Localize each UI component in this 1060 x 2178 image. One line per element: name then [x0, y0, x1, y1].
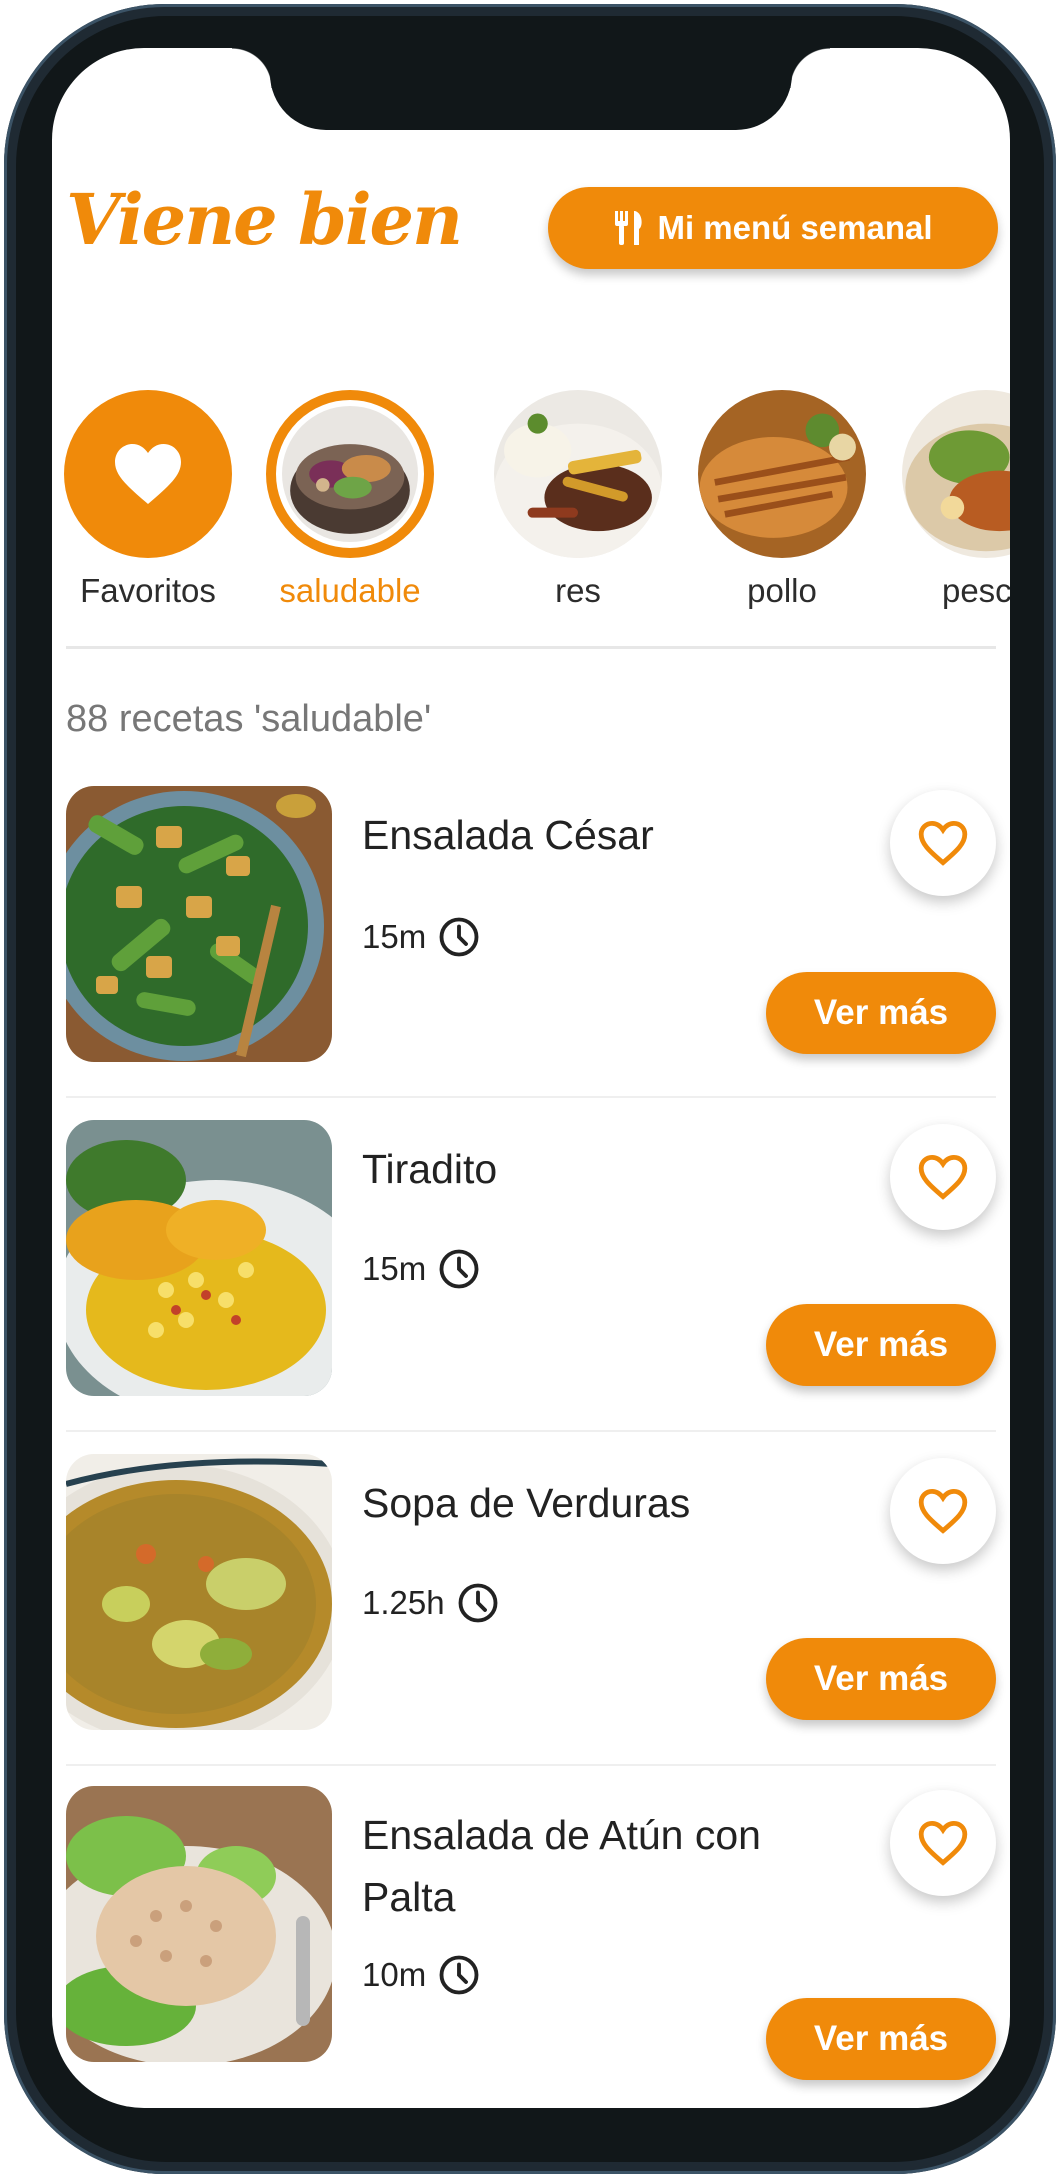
tuna-avocado-salad-image: [66, 1786, 332, 2062]
weekly-menu-label: Mi menú semanal: [657, 209, 933, 246]
app-logo: Viene bien: [66, 178, 463, 261]
heart-outline-icon: [918, 1488, 968, 1534]
recipe-thumbnail[interactable]: [66, 786, 332, 1062]
notch-corner-left: [232, 48, 272, 88]
category-image-res: [494, 390, 662, 558]
heart-outline-icon: [918, 1154, 968, 1200]
recipe-time-value: 15m: [362, 918, 427, 955]
salad-bowl-image: [282, 406, 418, 542]
results-count: 88 recetas 'saludable': [66, 698, 432, 740]
see-more-button[interactable]: Ver más: [766, 1304, 996, 1386]
recipe-time-value: 10m: [362, 1956, 427, 1993]
category-image-pollo: [698, 390, 866, 558]
category-label: pesca: [941, 572, 1010, 609]
see-more-button[interactable]: Ver más: [766, 972, 996, 1054]
recipe-thumbnail[interactable]: [66, 1120, 332, 1396]
caesar-salad-image: [66, 786, 332, 1062]
category-label: pollo: [747, 572, 817, 609]
chicken-dish-image: [698, 390, 866, 558]
recipe-thumbnail[interactable]: [66, 1786, 332, 2062]
category-image-saludable: [266, 390, 434, 558]
heart-icon: [115, 444, 181, 504]
category-image-pesca: [902, 390, 1010, 558]
category-res[interactable]: res: [494, 390, 662, 610]
category-label: saludable: [279, 572, 421, 609]
clock-icon: [458, 1583, 498, 1623]
recipe-time-value: 15m: [362, 1250, 427, 1287]
weekly-menu-button[interactable]: Mi menú semanal: [548, 187, 998, 269]
clock-icon: [439, 917, 479, 957]
fork-knife-icon: [615, 211, 643, 245]
phone-notch: [270, 48, 792, 130]
recipe-separator: [66, 1430, 996, 1432]
recipe-time: 15m: [362, 1248, 480, 1290]
vegetable-soup-image: [66, 1454, 332, 1730]
notch-corner-right: [790, 48, 830, 88]
category-pollo[interactable]: pollo: [698, 390, 866, 610]
beef-dish-image: [494, 390, 662, 558]
category-label: Favoritos: [80, 572, 216, 609]
category-carousel[interactable]: Favoritos saludable res pollo pesc: [52, 390, 1010, 680]
category-favoritos[interactable]: Favoritos: [64, 390, 232, 610]
recipe-time: 15m: [362, 916, 480, 958]
see-more-button[interactable]: Ver más: [766, 1998, 996, 2080]
favorites-circle: [64, 390, 232, 558]
recipe-title: Ensalada César: [362, 812, 654, 858]
heart-outline-icon: [918, 820, 968, 866]
recipe-separator: [66, 1096, 996, 1098]
recipe-time-value: 1.25h: [362, 1584, 445, 1621]
recipe-title: Ensalada de Atún con Palta: [362, 1812, 761, 1920]
category-pesca[interactable]: pesca: [902, 390, 1010, 610]
fish-dish-image: [902, 390, 1010, 558]
recipe-card[interactable]: Tiradito 15m Ver más: [66, 1120, 996, 1432]
recipe-time: 1.25h: [362, 1582, 499, 1624]
tiradito-image: [66, 1120, 332, 1396]
recipe-card[interactable]: Sopa de Verduras 1.25h Ver más: [66, 1454, 996, 1766]
favorite-button[interactable]: [890, 790, 996, 896]
category-divider: [66, 646, 996, 649]
see-more-button[interactable]: Ver más: [766, 1638, 996, 1720]
recipe-time: 10m: [362, 1954, 480, 1996]
recipe-thumbnail[interactable]: [66, 1454, 332, 1730]
recipe-title: Tiradito: [362, 1146, 498, 1192]
heart-outline-icon: [918, 1820, 968, 1866]
recipe-card[interactable]: Ensalada César 15m Ver más: [66, 786, 996, 1098]
recipe-title: Sopa de Verduras: [362, 1480, 691, 1526]
recipe-card[interactable]: Ensalada de Atún con Palta 10m Ver más: [66, 1786, 996, 2086]
favorite-button[interactable]: [890, 1458, 996, 1564]
recipe-separator: [66, 1764, 996, 1766]
category-saludable[interactable]: saludable: [266, 390, 434, 610]
favorite-button[interactable]: [890, 1790, 996, 1896]
category-label: res: [555, 572, 601, 609]
app-screen: Viene bien Mi menú semanal Favoritos sal…: [52, 48, 1010, 2108]
clock-icon: [439, 1955, 479, 1995]
phone-frame: Viene bien Mi menú semanal Favoritos sal…: [0, 0, 1060, 2178]
favorite-button[interactable]: [890, 1124, 996, 1230]
clock-icon: [439, 1249, 479, 1289]
